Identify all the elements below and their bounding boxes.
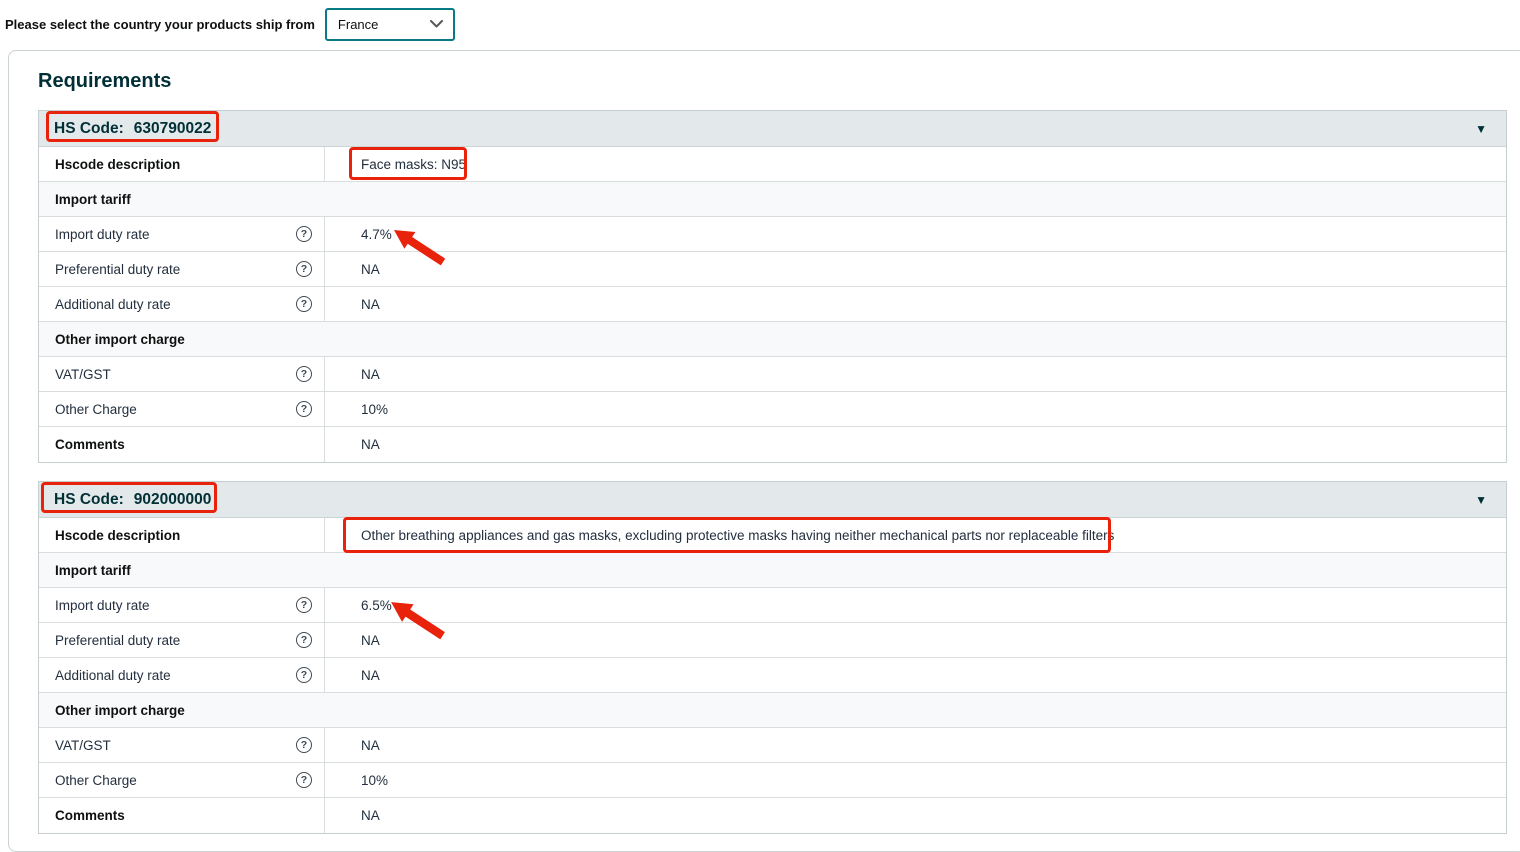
section-row-other-import-charge: Other import charge <box>39 322 1506 357</box>
help-icon[interactable]: ? <box>296 226 312 242</box>
row-value: NA <box>361 808 380 823</box>
hscode-description-value: Face masks: N95 <box>361 157 466 172</box>
ship-from-label: Please select the country your products … <box>5 17 315 32</box>
hs-code-value: 630790022 <box>134 120 212 138</box>
section-row-import-tariff: Import tariff <box>39 553 1506 588</box>
table-row-vat-gst: VAT/GST ? NA <box>39 728 1506 763</box>
row-label: Additional duty rate <box>55 297 171 312</box>
hs-code-value: 902000000 <box>134 491 212 509</box>
panel-header-2[interactable]: HS Code: 902000000 ▼ <box>39 482 1506 518</box>
help-icon[interactable]: ? <box>296 366 312 382</box>
ship-from-bar: Please select the country your products … <box>0 0 1520 44</box>
row-label: Additional duty rate <box>55 668 171 683</box>
help-icon[interactable]: ? <box>296 597 312 613</box>
help-icon[interactable]: ? <box>296 667 312 683</box>
table-row-import-duty-rate: Import duty rate ? 6.5% <box>39 588 1506 623</box>
country-select[interactable]: France <box>325 8 455 41</box>
country-select-value: France <box>338 17 378 32</box>
table-row-additional-duty-rate: Additional duty rate ? NA <box>39 287 1506 322</box>
row-value: NA <box>361 668 380 683</box>
section-row-import-tariff: Import tariff <box>39 182 1506 217</box>
row-value: NA <box>361 367 380 382</box>
row-label: Comments <box>55 437 125 452</box>
panel-header-1[interactable]: HS Code: 630790022 ▼ <box>39 111 1506 147</box>
row-label: Hscode description <box>55 157 180 172</box>
row-value: 10% <box>361 402 388 417</box>
hs-code-panel-2: HS Code: 902000000 ▼ Hscode description … <box>38 481 1507 834</box>
hs-code-label: HS Code: <box>54 491 124 509</box>
help-icon[interactable]: ? <box>296 737 312 753</box>
section-title: Import tariff <box>55 192 131 207</box>
table-row-preferential-duty-rate: Preferential duty rate ? NA <box>39 252 1506 287</box>
help-icon[interactable]: ? <box>296 632 312 648</box>
import-duty-rate-value: 4.7% <box>361 227 392 242</box>
hs-code-heading: HS Code: 902000000 <box>54 491 211 509</box>
table-row-other-charge: Other Charge ? 10% <box>39 763 1506 798</box>
row-value: NA <box>361 633 380 648</box>
help-icon[interactable]: ? <box>296 401 312 417</box>
page-title: Requirements <box>38 69 1507 93</box>
import-duty-rate-value: 6.5% <box>361 598 392 613</box>
row-value: 10% <box>361 773 388 788</box>
hs-code-label: HS Code: <box>54 120 124 138</box>
table-row-import-duty-rate: Import duty rate ? 4.7% <box>39 217 1506 252</box>
row-value: NA <box>361 437 380 452</box>
row-value: NA <box>361 297 380 312</box>
collapse-triangle-icon: ▼ <box>1475 494 1487 506</box>
help-icon[interactable]: ? <box>296 296 312 312</box>
row-label: VAT/GST <box>55 367 111 382</box>
row-label: Hscode description <box>55 528 180 543</box>
table-row-vat-gst: VAT/GST ? NA <box>39 357 1506 392</box>
table-row-additional-duty-rate: Additional duty rate ? NA <box>39 658 1506 693</box>
table-row-other-charge: Other Charge ? 10% <box>39 392 1506 427</box>
row-label: Import duty rate <box>55 598 150 613</box>
row-label: Preferential duty rate <box>55 633 180 648</box>
row-label: Comments <box>55 808 125 823</box>
section-title: Other import charge <box>55 703 185 718</box>
hs-code-heading: HS Code: 630790022 <box>54 120 211 138</box>
help-icon[interactable]: ? <box>296 772 312 788</box>
row-label: Other Charge <box>55 402 137 417</box>
section-title: Import tariff <box>55 563 131 578</box>
row-value: NA <box>361 738 380 753</box>
row-label: VAT/GST <box>55 738 111 753</box>
table-row-hscode-description: Hscode description Face masks: N95 <box>39 147 1506 182</box>
hscode-description-value: Other breathing appliances and gas masks… <box>361 528 1114 543</box>
collapse-triangle-icon: ▼ <box>1475 123 1487 135</box>
requirements-card: Requirements HS Code: 630790022 ▼ Hscode… <box>8 50 1520 852</box>
row-label: Preferential duty rate <box>55 262 180 277</box>
table-row-comments: Comments NA <box>39 427 1506 462</box>
row-label: Other Charge <box>55 773 137 788</box>
table-row-comments: Comments NA <box>39 798 1506 833</box>
hs-code-panel-1: HS Code: 630790022 ▼ Hscode description … <box>38 110 1507 463</box>
section-title: Other import charge <box>55 332 185 347</box>
row-value: NA <box>361 262 380 277</box>
help-icon[interactable]: ? <box>296 261 312 277</box>
table-row-hscode-description: Hscode description Other breathing appli… <box>39 518 1506 553</box>
chevron-down-icon <box>430 20 443 28</box>
row-label: Import duty rate <box>55 227 150 242</box>
section-row-other-import-charge: Other import charge <box>39 693 1506 728</box>
table-row-preferential-duty-rate: Preferential duty rate ? NA <box>39 623 1506 658</box>
